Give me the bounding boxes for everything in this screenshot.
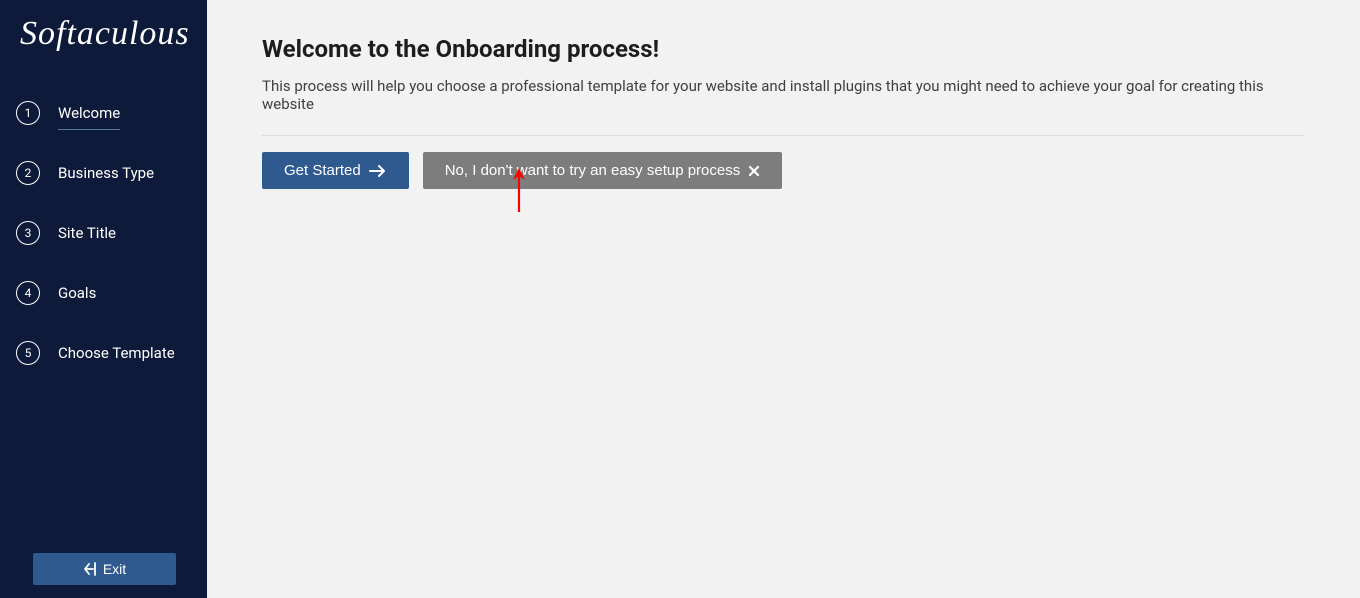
divider xyxy=(262,135,1305,136)
step-number-icon: 1 xyxy=(16,101,40,125)
skip-setup-button[interactable]: No, I don't want to try an easy setup pr… xyxy=(423,152,783,189)
nav-item-business-type[interactable]: 2 Business Type xyxy=(0,143,207,203)
button-row: Get Started No, I don't want to try an e… xyxy=(262,152,1305,189)
page-subtext: This process will help you choose a prof… xyxy=(262,77,1305,113)
get-started-button[interactable]: Get Started xyxy=(262,152,409,189)
step-number-icon: 3 xyxy=(16,221,40,245)
nav-label: Welcome xyxy=(58,104,120,122)
main-content: Welcome to the Onboarding process! This … xyxy=(207,0,1360,598)
brand-logo: Softaculous xyxy=(0,0,207,83)
close-icon xyxy=(748,165,760,177)
get-started-label: Get Started xyxy=(284,162,361,179)
nav-item-goals[interactable]: 4 Goals xyxy=(0,263,207,323)
exit-icon xyxy=(83,562,99,576)
page-title: Welcome to the Onboarding process! xyxy=(262,35,1305,63)
step-number-icon: 2 xyxy=(16,161,40,185)
step-nav: 1 Welcome 2 Business Type 3 Site Title 4… xyxy=(0,83,207,598)
exit-button[interactable]: Exit xyxy=(33,553,176,585)
sidebar: Softaculous 1 Welcome 2 Business Type 3 … xyxy=(0,0,207,598)
nav-item-choose-template[interactable]: 5 Choose Template xyxy=(0,323,207,383)
nav-label: Business Type xyxy=(58,164,154,182)
skip-label: No, I don't want to try an easy setup pr… xyxy=(445,162,741,179)
nav-label: Site Title xyxy=(58,224,116,242)
step-number-icon: 5 xyxy=(16,341,40,365)
arrow-right-icon xyxy=(369,164,387,178)
exit-label: Exit xyxy=(103,561,126,577)
nav-label: Goals xyxy=(58,284,96,302)
nav-item-site-title[interactable]: 3 Site Title xyxy=(0,203,207,263)
step-number-icon: 4 xyxy=(16,281,40,305)
nav-label: Choose Template xyxy=(58,344,175,362)
nav-item-welcome[interactable]: 1 Welcome xyxy=(0,83,207,143)
